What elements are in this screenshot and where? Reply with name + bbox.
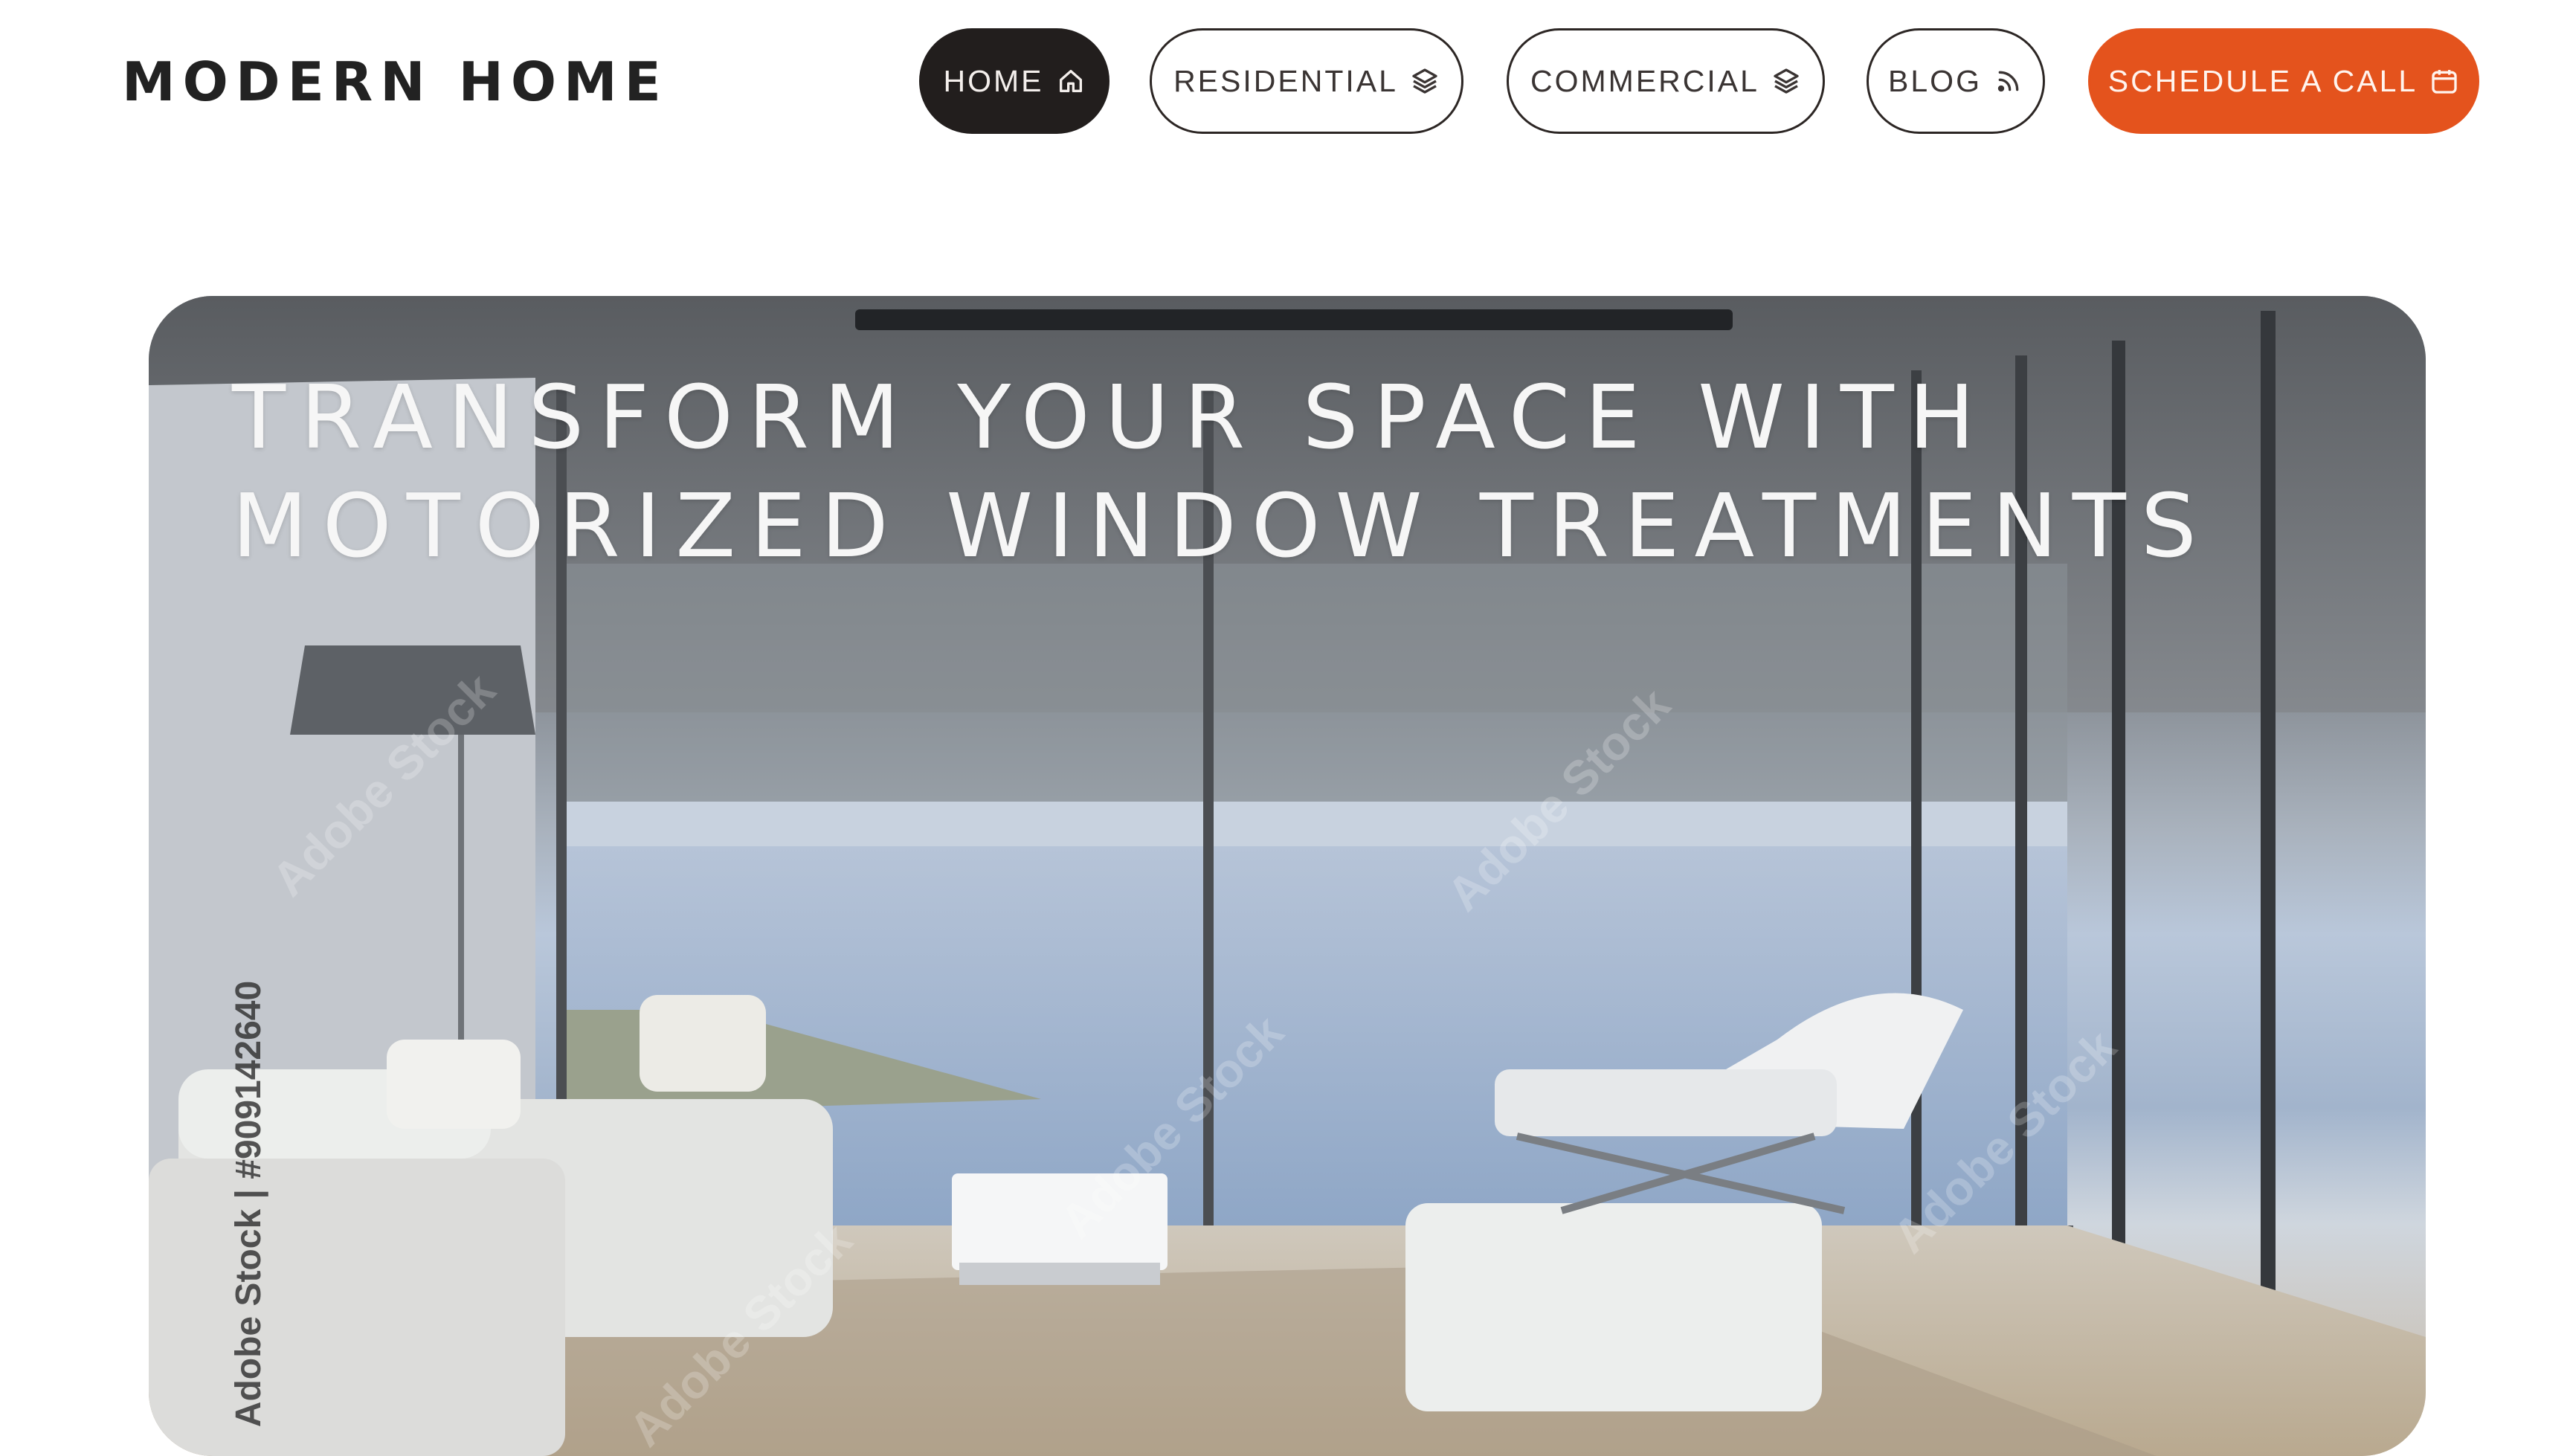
nav-item-residential-label: RESIDENTIAL [1173, 63, 1398, 98]
stock-id-label: Adobe Stock | #909142640 [229, 980, 268, 1428]
brand-logo[interactable]: MODERN HOME [122, 46, 669, 117]
schedule-call-button[interactable]: SCHEDULE A CALL [2088, 28, 2479, 134]
layers-icon [1412, 68, 1437, 94]
nav-item-home[interactable]: HOME [919, 28, 1110, 134]
nav-item-commercial[interactable]: COMMERCIAL [1507, 28, 1825, 134]
hero-headline-line2: MOTORIZED WINDOW TREATMENTS [232, 474, 2212, 577]
calendar-icon [2432, 70, 2457, 94]
nav-item-residential[interactable]: RESIDENTIAL [1150, 28, 1463, 134]
home-icon [1059, 70, 1082, 93]
layers-icon [1774, 68, 1799, 94]
nav-item-commercial-label: COMMERCIAL [1530, 63, 1759, 98]
schedule-call-label: SCHEDULE A CALL [2107, 63, 2418, 98]
hero-headline-line1: TRANSFORM YOUR SPACE WITH [232, 366, 1990, 468]
nav-item-blog[interactable]: BLOG [1867, 28, 2045, 134]
hero-headline: TRANSFORM YOUR SPACE WITH MOTORIZED WIND… [232, 363, 2212, 580]
nav-item-blog-label: BLOG [1888, 63, 1982, 98]
hero-banner: Adobe Stock Adobe Stock Adobe Stock Adob… [149, 296, 2426, 1456]
rss-icon [1997, 71, 2019, 92]
nav-item-home-label: HOME [943, 63, 1044, 98]
